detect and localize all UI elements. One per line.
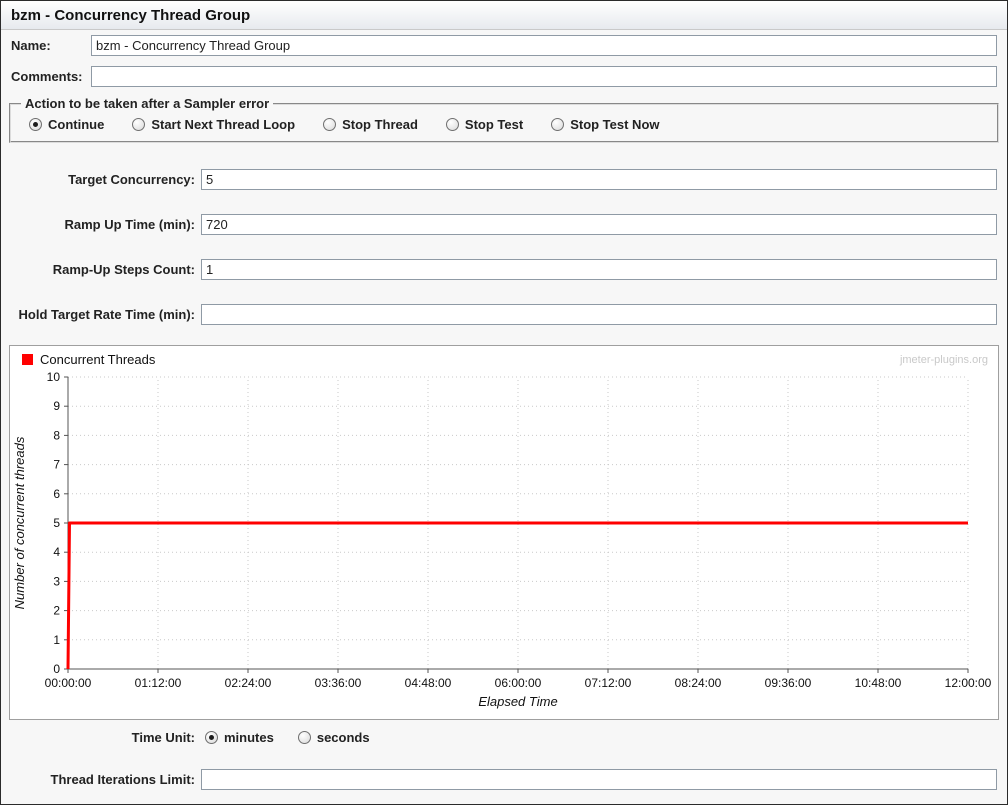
svg-text:2: 2	[53, 604, 60, 618]
svg-text:01:12:00: 01:12:00	[135, 676, 182, 690]
radio-button-icon	[29, 118, 42, 131]
legend-swatch-icon	[22, 354, 33, 365]
svg-text:Number of concurrent threads: Number of concurrent threads	[12, 436, 27, 609]
sampler-error-options: Continue Start Next Thread Loop Stop Threa…	[19, 113, 989, 132]
radio-stop-thread[interactable]: Stop Thread	[323, 117, 418, 132]
thread-iterations-row: Thread Iterations Limit:	[11, 769, 997, 790]
svg-text:04:48:00: 04:48:00	[405, 676, 452, 690]
comments-row: Comments:	[11, 66, 997, 87]
svg-text:4: 4	[53, 545, 60, 559]
radio-minutes[interactable]: minutes	[205, 730, 274, 745]
svg-text:07:12:00: 07:12:00	[585, 676, 632, 690]
radio-button-icon	[205, 731, 218, 744]
svg-text:5: 5	[53, 516, 60, 530]
thread-iterations-input[interactable]	[201, 769, 997, 790]
svg-text:09:36:00: 09:36:00	[765, 676, 812, 690]
comments-input[interactable]	[91, 66, 997, 87]
svg-text:3: 3	[53, 574, 60, 588]
svg-text:8: 8	[53, 428, 60, 442]
hold-target-rate-row: Hold Target Rate Time (min):	[11, 304, 997, 325]
thread-iterations-label: Thread Iterations Limit:	[50, 772, 195, 787]
svg-text:10: 10	[47, 370, 61, 384]
svg-text:12:00:00: 12:00:00	[945, 676, 992, 690]
radio-button-icon	[297, 731, 311, 744]
watermark-text: jmeter-plugins.org	[899, 353, 988, 366]
svg-text:1: 1	[53, 633, 60, 647]
sampler-error-group: Action to be taken after a Sampler error…	[9, 96, 999, 143]
name-label: Name:	[11, 38, 51, 53]
radio-label: Continue	[48, 117, 105, 132]
radio-label: Stop Test	[464, 117, 524, 132]
radio-stop-test-now[interactable]: Stop Test Now	[551, 117, 660, 132]
name-row: Name:	[11, 35, 997, 56]
radio-continue[interactable]: Continue	[29, 117, 104, 132]
name-input[interactable]	[91, 35, 997, 56]
radio-label: Stop Test Now	[570, 117, 660, 132]
time-unit-label: Time Unit:	[131, 730, 195, 745]
radio-button-icon	[132, 118, 146, 131]
target-concurrency-row: Target Concurrency:	[11, 169, 997, 190]
page-title: bzm - Concurrency Thread Group	[1, 1, 1007, 30]
svg-text:6: 6	[53, 487, 60, 501]
hold-target-rate-input[interactable]	[201, 304, 997, 325]
ramp-up-time-row: Ramp Up Time (min):	[11, 214, 997, 235]
svg-text:Elapsed Time: Elapsed Time	[478, 694, 557, 709]
time-unit-row: Time Unit: minutes seconds	[11, 730, 997, 745]
hold-target-rate-label: Hold Target Rate Time (min):	[18, 307, 195, 322]
ramp-up-steps-row: Ramp-Up Steps Count:	[11, 259, 997, 280]
ramp-up-steps-label: Ramp-Up Steps Count:	[52, 262, 195, 277]
svg-text:9: 9	[53, 399, 60, 413]
radio-button-icon	[551, 118, 565, 131]
ramp-up-time-input[interactable]	[201, 214, 997, 235]
radio-label: Start Next Thread Loop	[151, 117, 296, 132]
svg-text:03:36:00: 03:36:00	[315, 676, 362, 690]
comments-label: Comments:	[11, 69, 83, 84]
ramp-up-steps-input[interactable]	[201, 259, 997, 280]
sampler-error-legend: Action to be taken after a Sampler error	[25, 96, 270, 111]
svg-text:7: 7	[53, 458, 60, 472]
svg-text:08:24:00: 08:24:00	[675, 676, 722, 690]
radio-start-next-thread-loop[interactable]: Start Next Thread Loop	[132, 117, 295, 132]
concurrency-chart-panel: Concurrent Threads jmeter-plugins.org 01…	[9, 345, 999, 720]
target-concurrency-input[interactable]	[201, 169, 997, 190]
svg-text:02:24:00: 02:24:00	[225, 676, 272, 690]
svg-text:00:00:00: 00:00:00	[45, 676, 92, 690]
radio-stop-test[interactable]: Stop Test	[445, 117, 524, 132]
radio-button-icon	[323, 118, 337, 131]
radio-label: minutes	[224, 730, 274, 745]
target-concurrency-label: Target Concurrency:	[68, 172, 195, 187]
concurrency-thread-group-panel: bzm - Concurrency Thread Group Name: Com…	[0, 0, 1008, 805]
radio-label: Stop Thread	[342, 117, 418, 132]
radio-button-icon	[445, 118, 459, 131]
svg-text:10:48:00: 10:48:00	[855, 676, 902, 690]
chart-legend: Concurrent Threads jmeter-plugins.org	[10, 346, 998, 367]
concurrency-chart: 0 1 2 3 4 5 6 7 8 9 10 00:00:00 01:12:00 02:24:00 03:3…	[12, 370, 992, 709]
legend-label: Concurrent Threads	[40, 352, 156, 367]
svg-text:06:00:00: 06:00:00	[495, 676, 542, 690]
svg-text:0: 0	[53, 662, 60, 676]
ramp-up-time-label: Ramp Up Time (min):	[64, 217, 196, 232]
radio-label: seconds	[316, 730, 370, 745]
radio-seconds[interactable]: seconds	[297, 730, 370, 745]
time-unit-options: minutes seconds	[201, 730, 370, 745]
